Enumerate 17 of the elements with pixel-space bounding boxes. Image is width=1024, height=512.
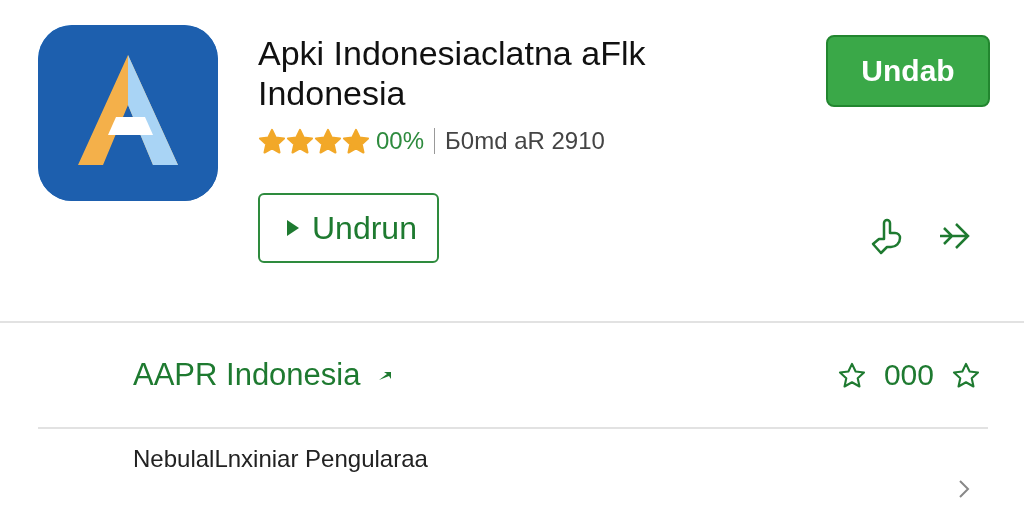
chevron-icon[interactable] <box>958 479 970 499</box>
play-icon <box>286 219 300 237</box>
star-icon <box>286 127 314 155</box>
rating-text: 00% <box>376 127 425 155</box>
star-icon <box>314 127 342 155</box>
app-title: Apki Indonesiaclatna aFlk Indonesia <box>258 33 647 113</box>
install-button[interactable]: Undab <box>826 35 990 107</box>
count-text: 000 <box>883 358 934 392</box>
star-icon <box>342 127 370 155</box>
open-button[interactable]: Undrun <box>258 193 439 263</box>
star-icon <box>258 127 286 155</box>
star-icon <box>837 361 866 389</box>
meta-text: Б0md aR 2910 <box>445 127 605 155</box>
star-icon <box>952 361 980 389</box>
arrow-icon <box>378 369 393 381</box>
list-item-text[interactable]: NebulalLnxiniar Pengularaa <box>133 445 428 473</box>
section-title[interactable]: AAPR Indonesia <box>133 357 361 393</box>
